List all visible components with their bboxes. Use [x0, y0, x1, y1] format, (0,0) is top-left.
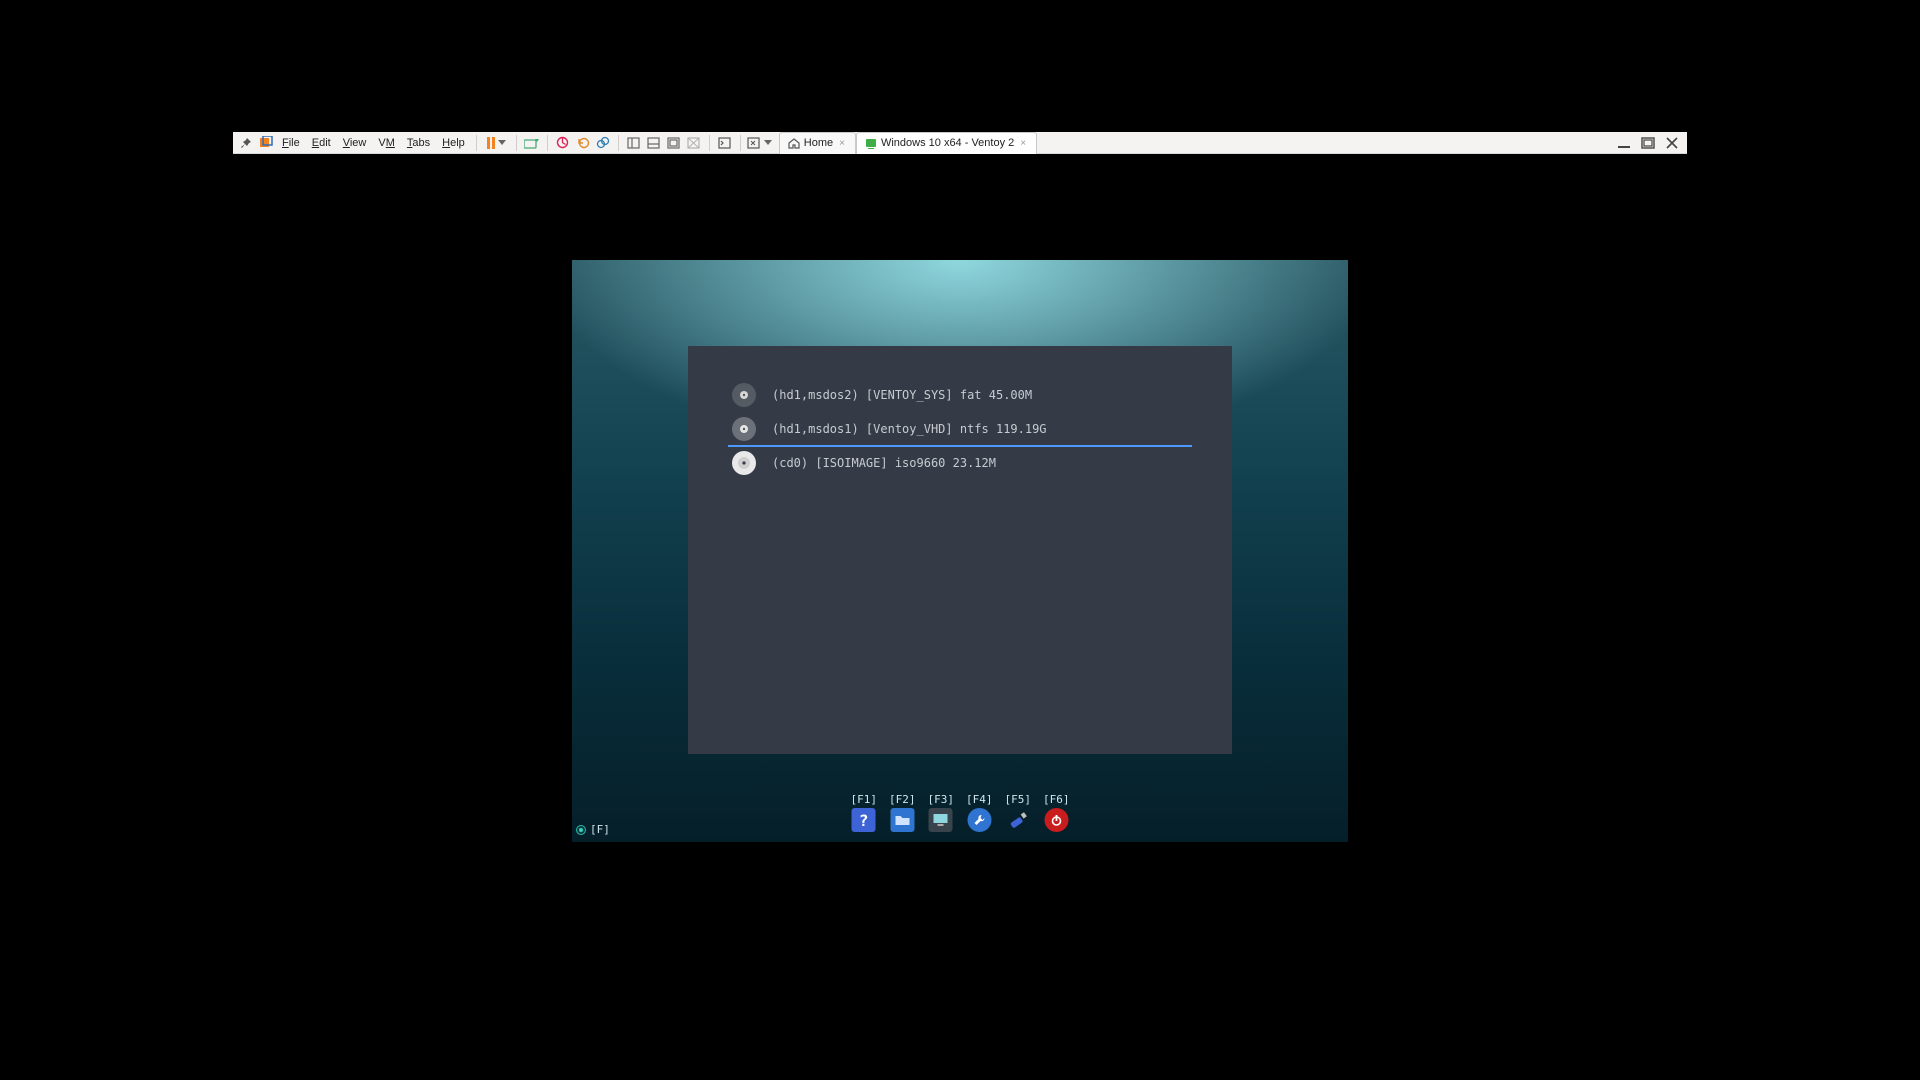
pin-icon[interactable] [237, 134, 255, 152]
dock-key-label: [F3] [928, 793, 955, 806]
pause-icon [487, 137, 495, 149]
dock-f5-usb[interactable]: [F5] [1005, 793, 1032, 832]
chevron-down-icon [764, 140, 772, 145]
boot-entry-label: (hd1,msdos2) [VENTOY_SYS] fat 45.00M [772, 388, 1032, 402]
power-icon [1044, 808, 1068, 832]
monitor-icon [929, 808, 953, 832]
menu-edit[interactable]: Edit [307, 135, 336, 151]
snapshot-revert-icon[interactable] [574, 134, 592, 152]
vm-tabstrip: Home × Windows 10 x64 - Ventoy 2 × [779, 132, 1037, 154]
dock-key-label: [F6] [1043, 793, 1070, 806]
dock-key-label: [F4] [966, 793, 993, 806]
boot-menu-panel: (hd1,msdos2) [VENTOY_SYS] fat 45.00M (hd… [688, 346, 1232, 754]
view-console-icon[interactable] [645, 134, 663, 152]
window-controls [1617, 137, 1683, 149]
separator [516, 135, 517, 151]
function-key-dock: [F1] ? [F2] [F3] [F4] [851, 793, 1070, 832]
separator [476, 135, 477, 151]
separator [709, 135, 710, 151]
home-icon [788, 138, 800, 149]
menu-tabs[interactable]: Tabs [402, 135, 435, 151]
usb-icon [1006, 808, 1030, 832]
tab-home[interactable]: Home × [779, 132, 856, 154]
dock-key-label: [F1] [851, 793, 878, 806]
tab-home-label: Home [804, 137, 833, 149]
close-button[interactable] [1665, 137, 1679, 149]
vmware-window: File Edit View VM Tabs Help [232, 131, 1688, 949]
host-toolbar: File Edit View VM Tabs Help [233, 132, 1687, 154]
menu-file[interactable]: File [277, 135, 305, 151]
menu-view[interactable]: View [338, 135, 372, 151]
view-single-icon[interactable] [625, 134, 643, 152]
minimize-button[interactable] [1617, 137, 1631, 149]
maximize-button[interactable] [1641, 137, 1655, 149]
chevron-down-icon [498, 140, 506, 145]
hdd-icon [732, 383, 756, 407]
status-indicator: [F] [576, 823, 610, 836]
boot-entry[interactable]: (hd1,msdos2) [VENTOY_SYS] fat 45.00M [732, 378, 1188, 412]
guest-viewport: (hd1,msdos2) [VENTOY_SYS] fat 45.00M (hd… [233, 154, 1687, 948]
wrench-icon [967, 808, 991, 832]
tab-active-label: Windows 10 x64 - Ventoy 2 [881, 137, 1014, 149]
boot-entry-label: (cd0) [ISOIMAGE] iso9660 23.12M [772, 456, 996, 470]
close-icon[interactable]: × [837, 138, 847, 149]
vm-icon [865, 138, 877, 149]
view-unity-icon[interactable] [685, 134, 703, 152]
dock-f1-help[interactable]: [F1] ? [851, 793, 878, 832]
separator [547, 135, 548, 151]
dock-key-label: [F5] [1005, 793, 1032, 806]
snapshot-manager-icon[interactable] [594, 134, 612, 152]
menu-help[interactable]: Help [437, 135, 470, 151]
boot-entry-label: (hd1,msdos1) [Ventoy_VHD] ntfs 119.19G [772, 422, 1047, 436]
view-fullscreen-icon[interactable] [665, 134, 683, 152]
status-dot-icon [576, 825, 586, 835]
dock-f2-files[interactable]: [F2] [889, 793, 916, 832]
folder-icon [890, 808, 914, 832]
separator [618, 135, 619, 151]
dock-f4-tools[interactable]: [F4] [966, 793, 993, 832]
separator [740, 135, 741, 151]
library-icon[interactable] [257, 134, 275, 152]
dock-f6-power[interactable]: [F6] [1043, 793, 1070, 832]
dock-f3-display[interactable]: [F3] [928, 793, 955, 832]
tab-active-vm[interactable]: Windows 10 x64 - Ventoy 2 × [856, 132, 1037, 154]
boot-entry[interactable]: (cd0) [ISOIMAGE] iso9660 23.12M [732, 446, 1188, 480]
snapshot-take-icon[interactable] [554, 134, 572, 152]
vm-pause-button[interactable] [483, 134, 510, 152]
close-icon[interactable]: × [1018, 138, 1028, 149]
cd-icon [732, 451, 756, 475]
send-cad-icon[interactable] [523, 134, 541, 152]
guest-screen: (hd1,msdos2) [VENTOY_SYS] fat 45.00M (hd… [572, 260, 1348, 842]
console-icon[interactable] [716, 134, 734, 152]
status-text: [F] [590, 823, 610, 836]
stretch-icon[interactable] [747, 134, 773, 152]
menu-vm[interactable]: VM [373, 135, 400, 151]
help-icon: ? [852, 808, 876, 832]
boot-entry[interactable]: (hd1,msdos1) [Ventoy_VHD] ntfs 119.19G [732, 412, 1188, 446]
hdd-icon [732, 417, 756, 441]
dock-key-label: [F2] [889, 793, 916, 806]
